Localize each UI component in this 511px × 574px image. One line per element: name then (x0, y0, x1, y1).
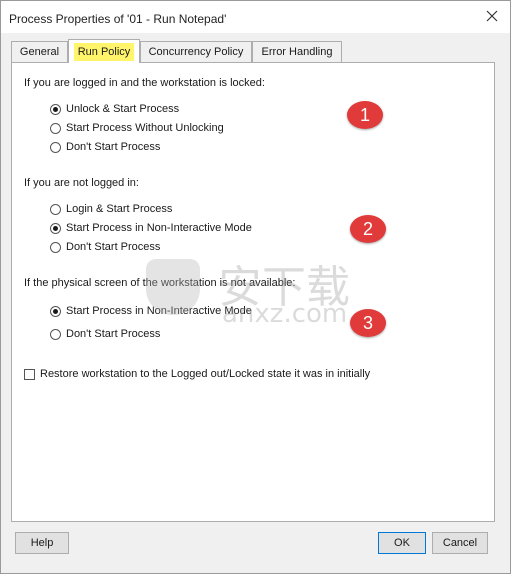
checkbox[interactable] (24, 368, 35, 380)
radio-button[interactable] (50, 122, 61, 134)
radio-dont-start-2[interactable]: Don't Start Process (50, 240, 160, 254)
window-title: Process Properties of '01 - Run Notepad' (9, 12, 227, 26)
locked-workstation-label: If you are logged in and the workstation… (24, 77, 265, 89)
help-button[interactable]: Help (15, 532, 69, 554)
callout-badge-1: 1 (347, 101, 383, 129)
radio-label: Don't Start Process (66, 328, 161, 340)
run-policy-panel: If you are logged in and the workstation… (11, 62, 495, 522)
radio-button[interactable] (50, 141, 61, 153)
radio-start-without-unlocking[interactable]: Start Process Without Unlocking (50, 121, 224, 135)
tab-concurrency-policy-label: Concurrency Policy (148, 46, 244, 58)
tab-error-handling[interactable]: Error Handling (252, 41, 342, 62)
screen-unavailable-label: If the physical screen of the workstatio… (24, 277, 296, 289)
ok-button[interactable]: OK (378, 532, 426, 554)
radio-button-checked[interactable] (50, 103, 61, 115)
radio-non-interactive-2[interactable]: Start Process in Non-Interactive Mode (50, 221, 252, 235)
tab-run-policy[interactable]: Run Policy (68, 39, 140, 63)
restore-workstation-checkbox[interactable]: Restore workstation to the Logged out/Lo… (24, 368, 370, 380)
radio-label: Start Process Without Unlocking (66, 122, 224, 134)
tab-error-handling-label: Error Handling (261, 46, 333, 58)
radio-non-interactive-3[interactable]: Start Process in Non-Interactive Mode (50, 304, 252, 318)
radio-button[interactable] (50, 328, 61, 340)
title-bar: Process Properties of '01 - Run Notepad' (1, 1, 510, 33)
tab-general[interactable]: General (11, 41, 68, 62)
radio-button[interactable] (50, 203, 61, 215)
radio-label: Don't Start Process (66, 141, 161, 153)
not-logged-in-label: If you are not logged in: (24, 177, 139, 189)
cancel-button[interactable]: Cancel (432, 532, 488, 554)
radio-button[interactable] (50, 241, 61, 253)
tab-general-label: General (19, 46, 60, 58)
radio-label: Start Process in Non-Interactive Mode (66, 222, 252, 234)
radio-dont-start-1[interactable]: Don't Start Process (50, 140, 160, 154)
close-button[interactable] (480, 6, 504, 28)
radio-label: Don't Start Process (66, 241, 161, 253)
radio-button-checked[interactable] (50, 305, 61, 317)
process-properties-dialog: Process Properties of '01 - Run Notepad'… (0, 0, 511, 574)
tab-concurrency-policy[interactable]: Concurrency Policy (140, 41, 252, 62)
callout-badge-2: 2 (350, 215, 386, 243)
radio-button-checked[interactable] (50, 222, 61, 234)
radio-label: Unlock & Start Process (66, 103, 180, 115)
radio-login-start[interactable]: Login & Start Process (50, 202, 172, 216)
radio-unlock-start[interactable]: Unlock & Start Process (50, 102, 179, 116)
radio-label: Start Process in Non-Interactive Mode (66, 305, 252, 317)
radio-label: Login & Start Process (66, 203, 173, 215)
radio-dont-start-3[interactable]: Don't Start Process (50, 327, 160, 341)
callout-badge-3: 3 (350, 309, 386, 337)
checkbox-label: Restore workstation to the Logged out/Lo… (40, 368, 371, 380)
close-icon (486, 10, 498, 22)
tab-run-policy-label: Run Policy (73, 43, 135, 61)
